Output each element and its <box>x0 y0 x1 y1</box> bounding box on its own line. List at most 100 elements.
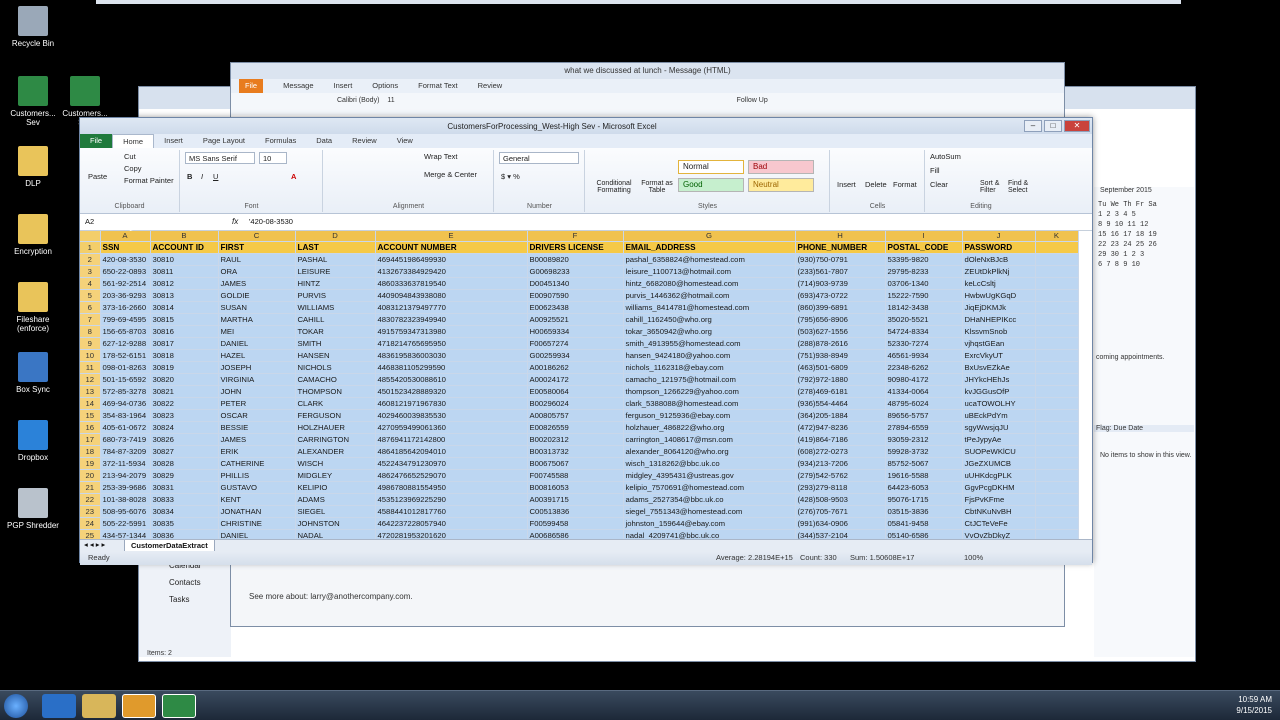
cell[interactable]: CAMACHO <box>295 373 376 386</box>
cell[interactable]: 4915759347313980 <box>375 325 528 338</box>
cell[interactable]: VvOvZbDkyZ <box>962 529 1036 539</box>
table-row[interactable]: 15 354-83-1964 30823 OSCAR FERGUSON 402946003… <box>80 409 1079 422</box>
cell[interactable] <box>1035 277 1079 290</box>
tab-options[interactable]: Options <box>372 79 398 93</box>
tab-insert[interactable]: Insert <box>334 79 353 93</box>
cell[interactable]: E00907590 <box>527 289 624 302</box>
cell[interactable]: MARTHA <box>218 313 296 326</box>
bold-button[interactable]: B <box>187 172 192 181</box>
row-header[interactable]: 16 <box>80 421 101 434</box>
cell[interactable]: FIRST <box>218 241 296 254</box>
font-size-select[interactable]: 10 <box>259 152 287 164</box>
maximize-button[interactable]: □ <box>1044 120 1062 132</box>
column-header[interactable]: C <box>218 231 296 242</box>
cell[interactable]: E00580064 <box>527 385 624 398</box>
cell[interactable] <box>1035 397 1079 410</box>
cell[interactable]: THOMPSON <box>295 385 376 398</box>
cell[interactable]: 508-95-6076 <box>100 505 151 518</box>
fill-button[interactable]: Fill <box>930 166 940 175</box>
table-row[interactable]: 8 156-65-8703 30816 MEI TOKAR 491575934731398… <box>80 325 1079 338</box>
cell[interactable]: CHRISTINE <box>218 517 296 530</box>
formula-input[interactable]: '420-08-3530 <box>246 216 1076 228</box>
cell[interactable]: holzhauer_486822@who.org <box>623 421 796 434</box>
cell[interactable]: 469-94-0736 <box>100 397 151 410</box>
format-painter-button[interactable]: Format Painter <box>124 176 174 185</box>
cell[interactable]: 799-69-4595 <box>100 313 151 326</box>
cell[interactable]: HwbwUgKGqD <box>962 289 1036 302</box>
table-row[interactable]: 9 627-12-9288 30817 DANIEL SMITH 471821476569… <box>80 337 1079 350</box>
row-header[interactable]: 13 <box>80 385 101 398</box>
calendar-row[interactable]: 22 23 24 25 26 <box>1098 240 1194 250</box>
cell[interactable]: 30831 <box>150 481 219 494</box>
desktop-icon[interactable]: Customers... Sev <box>4 76 62 127</box>
cell[interactable]: C00513836 <box>527 505 624 518</box>
conditional-formatting-button[interactable]: Conditional Formatting <box>592 180 636 194</box>
cell[interactable]: 372-11-5934 <box>100 457 151 470</box>
cell[interactable]: CtJCTeVeFe <box>962 517 1036 530</box>
file-explorer-icon[interactable] <box>82 694 116 718</box>
cell[interactable]: PASHAL <box>295 253 376 266</box>
row-header[interactable]: 18 <box>80 445 101 458</box>
cell[interactable]: PETER <box>218 397 296 410</box>
desktop-icon[interactable]: Fileshare (enforce) <box>4 282 62 333</box>
cell[interactable]: 4535123969225290 <box>375 493 528 506</box>
cell[interactable]: JOSEPH <box>218 361 296 374</box>
cell[interactable]: PASSWORD <box>962 241 1036 254</box>
row-header[interactable]: 23 <box>80 505 101 518</box>
cell[interactable]: GOLDIE <box>218 289 296 302</box>
row-header[interactable]: 8 <box>80 325 101 338</box>
cell[interactable]: A00805757 <box>527 409 624 422</box>
cell[interactable]: cahill_1162450@who.org <box>623 313 796 326</box>
style-normal[interactable]: Normal <box>678 160 744 174</box>
cell[interactable]: (503)627-1556 <box>795 325 886 338</box>
cell[interactable] <box>1035 433 1079 446</box>
row-header[interactable]: 2 <box>80 253 101 266</box>
table-row[interactable]: 6 373-16-2660 30814 SUSAN WILLIAMS 4083121379… <box>80 301 1079 314</box>
cell[interactable]: 95076-1715 <box>885 493 963 506</box>
cell[interactable]: 561-92-2514 <box>100 277 151 290</box>
cell[interactable]: 4720281953201620 <box>375 529 528 539</box>
cell[interactable]: smith_4913955@homestead.com <box>623 337 796 350</box>
copy-button[interactable]: Copy <box>124 164 142 173</box>
cell[interactable]: 420-08-3530 <box>100 253 151 266</box>
follow-up-button[interactable]: Follow Up <box>737 97 768 104</box>
cell[interactable]: 4608121971967830 <box>375 397 528 410</box>
cell[interactable]: dOleNxBJcB <box>962 253 1036 266</box>
style-good[interactable]: Good <box>678 178 744 192</box>
cell[interactable]: WISCH <box>295 457 376 470</box>
cell[interactable]: 156-65-8703 <box>100 325 151 338</box>
cell[interactable]: WILLIAMS <box>295 301 376 314</box>
tab-file[interactable]: File <box>239 79 264 93</box>
font-name-select[interactable]: MS Sans Serif <box>185 152 255 164</box>
column-header[interactable]: E <box>375 231 528 242</box>
cell[interactable]: (795)656-8906 <box>795 313 886 326</box>
cell[interactable]: 4836195836003030 <box>375 349 528 362</box>
cell[interactable]: 29795-8233 <box>885 265 963 278</box>
cell[interactable]: 627-12-9288 <box>100 337 151 350</box>
row-header[interactable]: 25 <box>80 529 101 539</box>
cell[interactable] <box>1035 505 1079 518</box>
zoom-level[interactable]: 100% <box>964 551 983 565</box>
cell[interactable]: DHaNHEPIKcc <box>962 313 1036 326</box>
cell[interactable]: 30818 <box>150 349 219 362</box>
cell[interactable]: leisure_1100713@hotmail.com <box>623 265 796 278</box>
fx-icon[interactable]: fx <box>232 217 238 226</box>
cell[interactable]: DANIEL <box>218 337 296 350</box>
cell[interactable]: VIRGINIA <box>218 373 296 386</box>
cell[interactable]: (860)399-6891 <box>795 301 886 314</box>
cell[interactable]: 4132673384929420 <box>375 265 528 278</box>
column-header[interactable]: H <box>795 231 886 242</box>
cell[interactable]: (991)634-0906 <box>795 517 886 530</box>
row-header[interactable]: 12 <box>80 373 101 386</box>
desktop-icon[interactable]: Dropbox <box>4 420 62 462</box>
cell[interactable]: 30833 <box>150 493 219 506</box>
table-row[interactable]: 1 SSN ACCOUNT ID FIRST LAST ACCOUNT NUMBER DRI… <box>80 241 1079 254</box>
cell[interactable]: EMAIL_ADDRESS <box>623 241 796 254</box>
column-header[interactable]: I <box>885 231 963 242</box>
cell[interactable]: ACCOUNT ID <box>150 241 219 254</box>
underline-button[interactable]: U <box>213 172 218 181</box>
cell[interactable]: 41334-0064 <box>885 385 963 398</box>
table-row[interactable]: 24 505-22-5991 30835 CHRISTINE JOHNSTON 46422… <box>80 517 1079 530</box>
cell[interactable]: B00313732 <box>527 445 624 458</box>
cell[interactable]: uUHKdcgPLK <box>962 469 1036 482</box>
